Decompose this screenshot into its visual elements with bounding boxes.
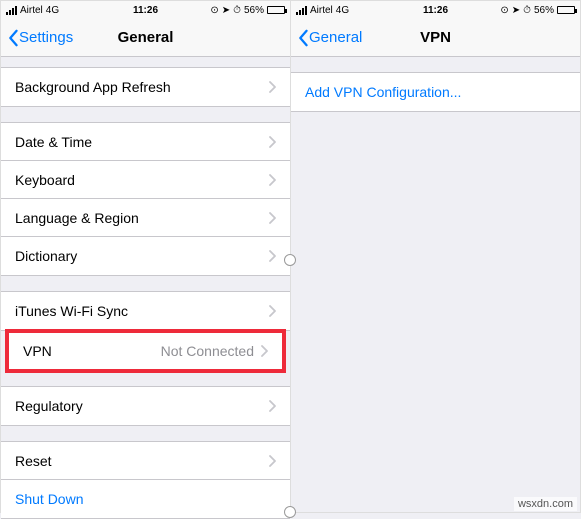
highlight-vpn: VPN Not Connected (5, 329, 286, 373)
battery-icon (267, 6, 285, 14)
network-label: 4G (46, 5, 59, 16)
row-background-app-refresh[interactable]: Background App Refresh (1, 68, 290, 106)
watermark: wsxdn.com (514, 497, 577, 511)
signal-icon (296, 6, 307, 15)
nav-title: General (118, 29, 174, 46)
chevron-left-icon (7, 29, 19, 47)
vpn-status: Not Connected (161, 343, 254, 359)
status-bar: Airtel 4G 11:26 ⊙ ➤ ⏱ 56% (1, 1, 290, 19)
chevron-right-icon (260, 345, 268, 357)
alarm-icon: ⊙ (210, 5, 218, 16)
screen-general: Airtel 4G 11:26 ⊙ ➤ ⏱ 56% Settings Gener… (0, 0, 291, 513)
row-language-region[interactable]: Language & Region (1, 199, 290, 237)
clock-icon: ⏱ (523, 5, 531, 16)
row-label: iTunes Wi-Fi Sync (15, 303, 268, 319)
row-add-vpn-configuration[interactable]: Add VPN Configuration... (291, 73, 580, 111)
chevron-right-icon (268, 81, 276, 93)
chevron-left-icon (297, 29, 309, 47)
row-label: Date & Time (15, 134, 268, 150)
battery-icon (557, 6, 575, 14)
back-button[interactable]: General (297, 29, 362, 47)
chevron-right-icon (268, 400, 276, 412)
row-vpn[interactable]: VPN Not Connected (9, 333, 282, 369)
row-date-time[interactable]: Date & Time (1, 123, 290, 161)
row-label: Keyboard (15, 172, 268, 188)
chevron-right-icon (268, 250, 276, 262)
network-label: 4G (336, 5, 349, 16)
row-dictionary[interactable]: Dictionary (1, 237, 290, 275)
row-label: Regulatory (15, 398, 268, 414)
row-label: Shut Down (15, 491, 276, 507)
chevron-right-icon (268, 212, 276, 224)
nav-bar: General VPN (291, 19, 580, 57)
chevron-right-icon (268, 136, 276, 148)
resize-knob (284, 254, 296, 266)
row-label: Language & Region (15, 210, 268, 226)
back-label: General (309, 29, 362, 46)
nav-title: VPN (420, 29, 451, 46)
row-regulatory[interactable]: Regulatory (1, 387, 290, 425)
carrier-label: Airtel (310, 5, 333, 16)
row-label: VPN (23, 343, 161, 359)
nav-bar: Settings General (1, 19, 290, 57)
resize-knob (284, 506, 296, 518)
battery-pct: 56% (244, 5, 264, 16)
row-shut-down[interactable]: Shut Down (1, 480, 290, 518)
row-reset[interactable]: Reset (1, 442, 290, 480)
carrier-label: Airtel (20, 5, 43, 16)
chevron-right-icon (268, 455, 276, 467)
back-button[interactable]: Settings (7, 29, 73, 47)
location-icon: ➤ (512, 5, 520, 16)
row-label: Dictionary (15, 248, 268, 264)
row-label: Reset (15, 453, 268, 469)
row-label: Background App Refresh (15, 79, 268, 95)
status-bar: Airtel 4G 11:26 ⊙ ➤ ⏱ 56% (291, 1, 580, 19)
battery-pct: 56% (534, 5, 554, 16)
alarm-icon: ⊙ (500, 5, 508, 16)
chevron-right-icon (268, 305, 276, 317)
row-itunes-wifi-sync[interactable]: iTunes Wi-Fi Sync (1, 292, 290, 330)
screen-vpn: Airtel 4G 11:26 ⊙ ➤ ⏱ 56% General VPN Ad… (290, 0, 581, 513)
signal-icon (6, 6, 17, 15)
clock-icon: ⏱ (233, 5, 241, 16)
row-keyboard[interactable]: Keyboard (1, 161, 290, 199)
status-time: 11:26 (423, 5, 448, 16)
back-label: Settings (19, 29, 73, 46)
location-icon: ➤ (222, 5, 230, 16)
chevron-right-icon (268, 174, 276, 186)
row-label: Add VPN Configuration... (305, 84, 566, 100)
status-time: 11:26 (133, 5, 158, 16)
